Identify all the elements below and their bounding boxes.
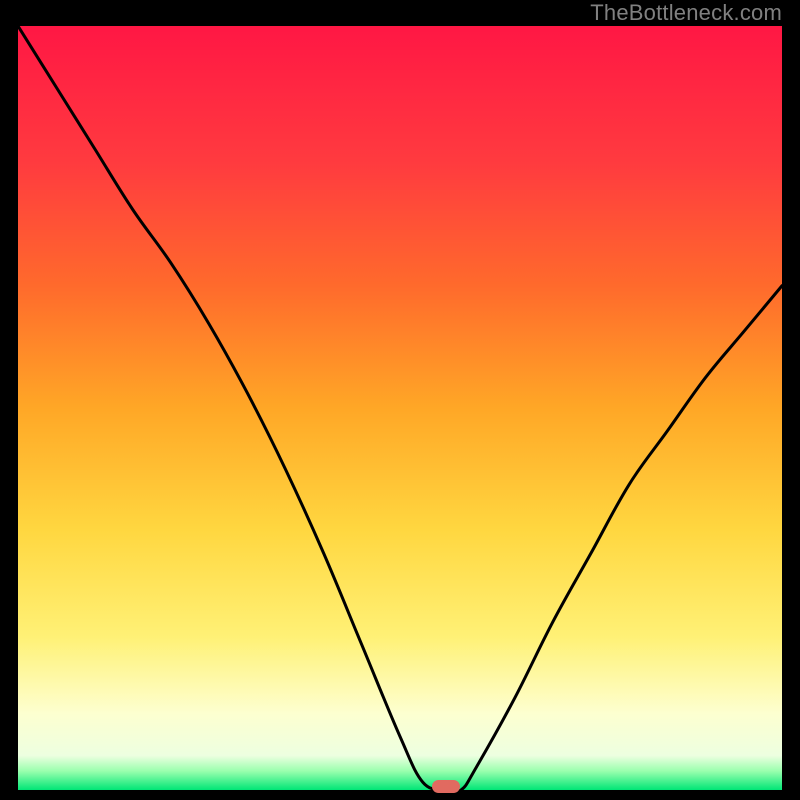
chart-background <box>18 26 782 790</box>
watermark-text: TheBottleneck.com <box>590 0 782 26</box>
optimal-marker <box>432 780 460 793</box>
chart-frame <box>16 24 784 792</box>
bottleneck-chart <box>18 26 782 790</box>
